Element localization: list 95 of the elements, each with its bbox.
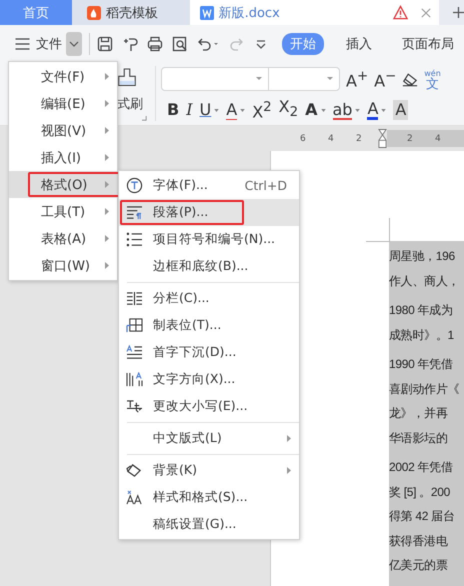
phonetic-guide-button[interactable]: wén 文	[424, 68, 441, 90]
document-tab[interactable]: 新版.docx	[190, 0, 440, 25]
grow-font-button[interactable]: A$^{+}$	[346, 66, 368, 92]
shortcut-label: Ctrl+D	[244, 178, 287, 193]
caret-icon[interactable]	[240, 108, 246, 112]
menu-item[interactable]: 文字方向(X)...	[119, 366, 299, 393]
format-button[interactable]: U	[200, 100, 212, 120]
document-text-line: 作人、商人，	[389, 272, 460, 290]
drop-cap-icon	[126, 345, 143, 360]
menu-item[interactable]: 段落(P)...	[119, 199, 299, 226]
text-direction-icon	[126, 372, 143, 387]
menu-item[interactable]: 项目符号和编号(N)...	[119, 226, 299, 253]
caret-icon	[69, 40, 79, 46]
caret-icon[interactable]	[381, 108, 386, 112]
close-icon[interactable]	[421, 8, 432, 18]
menu-item[interactable]: 文件(F)	[9, 63, 117, 90]
paragraph-icon	[126, 205, 143, 220]
document-logo-icon	[200, 6, 214, 20]
print-icon[interactable]	[147, 36, 163, 52]
caret-icon[interactable]	[327, 77, 333, 80]
menu-icon[interactable]	[15, 38, 30, 50]
ribbon-tab[interactable]: 页面布局	[394, 32, 462, 54]
brush-icon[interactable]	[122, 36, 138, 52]
format-button[interactable]: A	[226, 100, 238, 120]
ruler-number: 2	[356, 134, 363, 144]
menu-item[interactable]: 表格(A)	[9, 225, 117, 252]
undo-icon[interactable]	[197, 36, 219, 52]
tab-stop-icon	[126, 318, 143, 333]
font-size-field[interactable]	[268, 67, 340, 91]
format-button[interactable]: I	[186, 100, 193, 120]
document-text-line: 亿美元的票	[389, 557, 449, 574]
file-menu-label[interactable]: 文件	[36, 34, 62, 52]
file-menu-dropdown[interactable]	[66, 32, 82, 56]
eraser-icon[interactable]	[402, 72, 418, 86]
menu-item[interactable]: 窗口(W)	[9, 252, 117, 279]
menu-item[interactable]: 视图(V)	[9, 117, 117, 144]
format-button[interactable]: A	[367, 100, 378, 120]
ruler-number: 4	[328, 134, 335, 144]
indent-marker-icon[interactable]	[378, 128, 387, 149]
ribbon-tab[interactable]: 插入	[338, 32, 380, 54]
ruler-number: 4	[435, 134, 442, 144]
format-button[interactable]: X$_{2}$	[278, 97, 298, 124]
new-tab-icon[interactable]	[453, 7, 464, 18]
format-button[interactable]: A	[393, 100, 408, 120]
document-text-line: 得第 42 届台	[389, 508, 456, 525]
document-text-line: 1980 年成为	[389, 302, 454, 319]
document-text-line: 获得香港电	[389, 532, 449, 550]
format-button[interactable]: X$^{2}$	[252, 98, 272, 122]
menu-item[interactable]: 插入(I)	[9, 144, 117, 171]
caret-icon[interactable]	[320, 108, 326, 112]
ruler-number: 2	[407, 134, 414, 144]
document-text-line: 喜剧动作片《	[389, 380, 460, 398]
format-button[interactable]: ab	[332, 100, 352, 120]
caret-icon[interactable]	[355, 108, 360, 112]
print-preview-icon[interactable]	[172, 36, 188, 52]
document-text-line: 奖 [5] 。200	[389, 484, 452, 500]
menu-item[interactable]: 稿纸设置(G)...	[119, 511, 299, 538]
menu-item[interactable]: 字体(F)... Ctrl+D	[119, 172, 299, 199]
styles-icon	[126, 490, 143, 505]
menu-item[interactable]: 制表位(T)...	[119, 312, 299, 339]
document-text-line: 成熟时》。1	[389, 326, 455, 344]
menu-item[interactable]: 分栏(C)...	[119, 285, 299, 312]
menu-item[interactable]: 格式(O)	[9, 171, 117, 198]
bullet-list-icon	[126, 232, 143, 247]
menu-item[interactable]: 背景(K)	[119, 457, 299, 484]
caret-icon[interactable]	[214, 108, 220, 112]
paint-bucket-icon	[126, 463, 143, 478]
template-tab[interactable]: 稻壳模板	[72, 0, 190, 25]
menu-item[interactable]: 工具(T)	[9, 198, 117, 225]
page-corner-mark	[366, 218, 390, 242]
format-button[interactable]: B	[167, 100, 180, 120]
document-text-line: 1990 年凭借	[389, 356, 454, 373]
menu-item[interactable]: 更改大小写(E)...	[119, 393, 299, 420]
document-text-line: 2002 年凭借	[389, 459, 454, 476]
shrink-font-button[interactable]: A$^{−}$	[374, 66, 396, 92]
format-button[interactable]: A	[305, 100, 318, 120]
menu-item[interactable]: 中文版式(L)	[119, 425, 299, 452]
caret-icon[interactable]	[256, 77, 262, 80]
menu-item[interactable]: 边框和底纹(B)...	[119, 253, 299, 280]
columns-icon	[126, 291, 143, 306]
save-icon[interactable]	[97, 36, 113, 52]
flame-logo-icon	[86, 6, 101, 20]
document-text-line: 华语影坛的	[389, 430, 449, 446]
change-case-icon	[126, 399, 143, 414]
menu-item[interactable]: 首字下沉(D)...	[119, 339, 299, 366]
document-text-line: 周星驰，196	[389, 248, 456, 265]
menu-item[interactable]: 编辑(E)	[9, 90, 117, 117]
letter-t-circle-icon	[126, 177, 143, 194]
warning-icon[interactable]	[393, 5, 408, 20]
ruler-number: 6	[300, 134, 307, 144]
dialog-launcher-icon[interactable]	[142, 116, 147, 121]
format-painter-label[interactable]: 式刷	[117, 95, 143, 113]
font-name-field[interactable]	[161, 67, 269, 91]
menu-item[interactable]: 样式和格式(S)...	[119, 484, 299, 511]
document-text-line: 龙》，并再	[389, 405, 449, 422]
